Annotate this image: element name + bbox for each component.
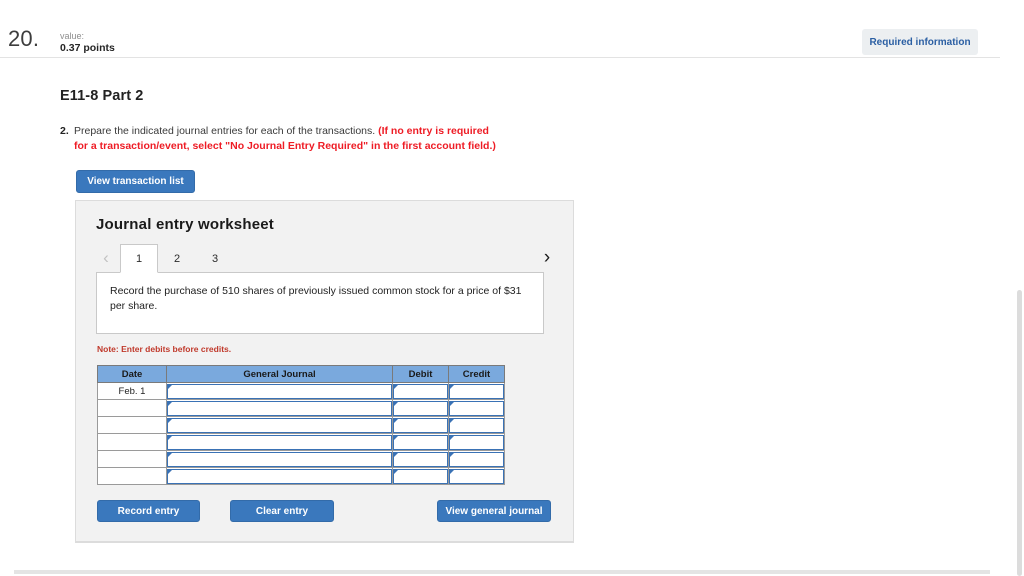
next-tab-chevron-icon[interactable]: › — [539, 246, 555, 270]
column-header-date: Date — [97, 365, 167, 383]
table-row: Feb. 1 — [97, 382, 505, 400]
general-journal-cell[interactable] — [166, 382, 393, 400]
date-cell[interactable] — [97, 416, 167, 434]
credit-input[interactable] — [449, 451, 504, 467]
credit-input[interactable] — [449, 400, 504, 416]
general-journal-cell[interactable] — [166, 467, 393, 485]
general-journal-cell[interactable] — [166, 399, 393, 417]
debit-input[interactable] — [393, 400, 448, 416]
debit-input[interactable] — [393, 417, 448, 433]
column-header-debit: Debit — [392, 365, 449, 383]
debit-input[interactable] — [393, 451, 448, 467]
credit-cell[interactable] — [448, 433, 505, 451]
credit-input[interactable] — [449, 417, 504, 433]
vertical-scrollbar[interactable] — [1014, 0, 1024, 576]
general-journal-input[interactable] — [167, 400, 392, 416]
credit-input[interactable] — [449, 383, 504, 399]
debit-cell[interactable] — [392, 382, 449, 400]
worksheet-title: Journal entry worksheet — [96, 216, 274, 233]
journal-entry-worksheet-panel: Journal entry worksheet ‹ 1 2 3 › Record… — [75, 200, 574, 542]
date-cell[interactable] — [97, 433, 167, 451]
value-label: value: — [60, 31, 85, 41]
credit-cell[interactable] — [448, 382, 505, 400]
instruction-text: Prepare the indicated journal entries fo… — [74, 125, 379, 137]
debit-cell[interactable] — [392, 399, 449, 417]
table-header-row: Date General Journal Debit Credit — [97, 365, 505, 383]
view-transaction-list-button[interactable]: View transaction list — [76, 170, 195, 193]
debits-before-credits-note: Note: Enter debits before credits. — [97, 344, 232, 354]
question-header-bar: 20. value: 0.37 points Required informat… — [0, 0, 1000, 58]
credit-cell[interactable] — [448, 416, 505, 434]
instruction-body: Prepare the indicated journal entries fo… — [60, 124, 500, 154]
general-journal-cell[interactable] — [166, 416, 393, 434]
required-information-badge[interactable]: Required information — [862, 29, 978, 55]
table-row — [97, 433, 505, 451]
worksheet-tabs: ‹ 1 2 3 › — [96, 244, 555, 273]
general-journal-cell[interactable] — [166, 433, 393, 451]
column-header-general-journal: General Journal — [166, 365, 393, 383]
date-cell[interactable]: Feb. 1 — [97, 382, 167, 400]
table-row — [97, 399, 505, 417]
general-journal-input[interactable] — [167, 434, 392, 450]
view-general-journal-button[interactable]: View general journal — [437, 500, 551, 522]
question-number: 20. — [8, 26, 40, 51]
tab-3[interactable]: 3 — [196, 244, 234, 273]
credit-cell[interactable] — [448, 399, 505, 417]
credit-input[interactable] — [449, 468, 504, 484]
credit-cell[interactable] — [448, 467, 505, 485]
question-value-block: value: 0.37 points — [60, 31, 115, 55]
page-bottom-divider — [14, 570, 990, 574]
general-journal-input[interactable] — [167, 383, 392, 399]
date-cell[interactable] — [97, 467, 167, 485]
page-title: E11-8 Part 2 — [60, 88, 144, 104]
date-cell[interactable] — [97, 399, 167, 417]
debit-input[interactable] — [393, 434, 448, 450]
general-journal-input[interactable] — [167, 451, 392, 467]
table-row — [97, 416, 505, 434]
instruction-block: 2. Prepare the indicated journal entries… — [60, 124, 500, 154]
general-journal-input[interactable] — [167, 468, 392, 484]
table-row — [97, 450, 505, 468]
debit-cell[interactable] — [392, 433, 449, 451]
instruction-number: 2. — [60, 125, 69, 137]
panel-bottom-divider — [75, 542, 574, 543]
journal-entry-table: Date General Journal Debit Credit Feb. 1 — [97, 365, 505, 485]
general-journal-input[interactable] — [167, 417, 392, 433]
debit-cell[interactable] — [392, 450, 449, 468]
debit-cell[interactable] — [392, 416, 449, 434]
column-header-credit: Credit — [448, 365, 505, 383]
debit-input[interactable] — [393, 383, 448, 399]
date-cell[interactable] — [97, 450, 167, 468]
transaction-description: Record the purchase of 510 shares of pre… — [96, 272, 544, 334]
record-entry-button[interactable]: Record entry — [97, 500, 200, 522]
credit-input[interactable] — [449, 434, 504, 450]
general-journal-cell[interactable] — [166, 450, 393, 468]
table-row — [97, 467, 505, 485]
credit-cell[interactable] — [448, 450, 505, 468]
tab-1[interactable]: 1 — [120, 244, 158, 273]
debit-cell[interactable] — [392, 467, 449, 485]
tab-2[interactable]: 2 — [158, 244, 196, 273]
value-points: 0.37 points — [60, 42, 115, 55]
scrollbar-thumb[interactable] — [1017, 290, 1022, 576]
debit-input[interactable] — [393, 468, 448, 484]
previous-tab-chevron-icon[interactable]: ‹ — [98, 246, 114, 270]
clear-entry-button[interactable]: Clear entry — [230, 500, 334, 522]
